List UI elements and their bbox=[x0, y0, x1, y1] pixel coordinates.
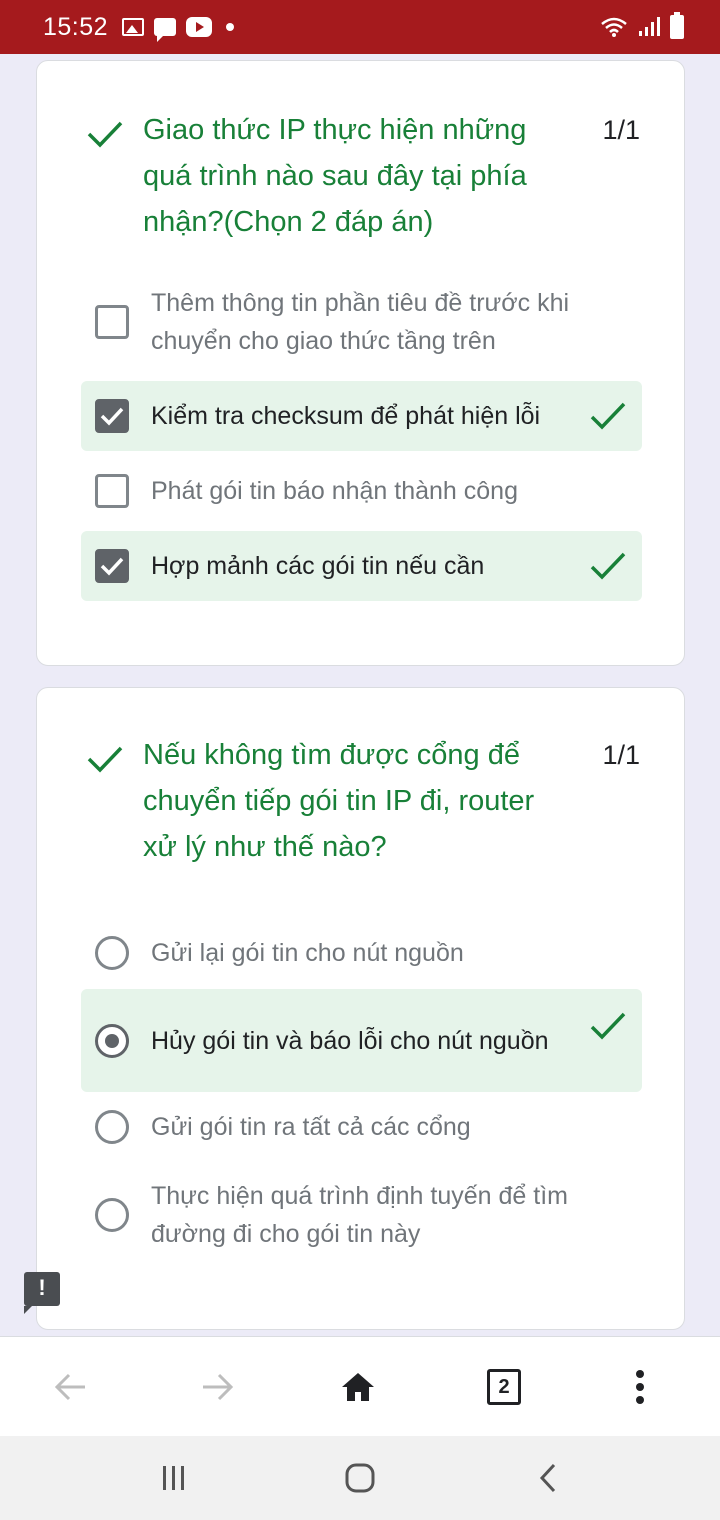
checkmark-icon bbox=[100, 407, 124, 426]
radio-option[interactable]: Gửi gói tin ra tất cả các cổng bbox=[81, 1102, 642, 1152]
chat-icon bbox=[154, 18, 177, 42]
status-time: 15:52 bbox=[43, 12, 109, 41]
battery-icon bbox=[670, 12, 684, 39]
recent-apps-icon bbox=[163, 1466, 184, 1490]
checkbox-unchecked[interactable] bbox=[95, 305, 129, 339]
system-nav-bar bbox=[0, 1436, 720, 1520]
home-button[interactable] bbox=[338, 1367, 378, 1407]
question-title: Giao thức IP thực hiện những quá trình n… bbox=[143, 114, 527, 238]
wifi-icon bbox=[601, 17, 627, 37]
checkbox-unchecked[interactable] bbox=[95, 474, 129, 508]
question-card: Nếu không tìm được cổng để chuyển tiếp g… bbox=[36, 687, 685, 1330]
back-nav-button[interactable] bbox=[528, 1458, 568, 1498]
correct-answer-icon bbox=[590, 1012, 626, 1040]
radio-dot bbox=[105, 1033, 119, 1048]
radio-unselected[interactable] bbox=[95, 1198, 129, 1232]
forward-arrow-icon bbox=[203, 1373, 234, 1401]
signal-icon bbox=[639, 17, 660, 36]
correct-answer-icon bbox=[590, 552, 626, 580]
browser-toolbar: 2 bbox=[0, 1336, 720, 1436]
correct-check-icon bbox=[87, 746, 123, 773]
tab-switcher-icon: 2 bbox=[487, 1369, 521, 1405]
notification-icons bbox=[122, 17, 235, 42]
option-label: Kiểm tra checksum để phát hiện lỗi bbox=[151, 402, 541, 430]
correct-check-icon bbox=[87, 121, 123, 148]
question-score: 1/1 bbox=[602, 115, 640, 145]
option-label: Thực hiện quá trình định tuyến để tìm đư… bbox=[151, 1182, 568, 1248]
checkbox-option[interactable]: Phát gói tin báo nhận thành công bbox=[81, 466, 642, 516]
recent-apps-button[interactable] bbox=[154, 1458, 194, 1498]
radio-selected[interactable] bbox=[95, 1023, 129, 1058]
option-label: Thêm thông tin phần tiêu đề trước khi ch… bbox=[151, 289, 570, 355]
question-card: Giao thức IP thực hiện những quá trình n… bbox=[36, 60, 685, 666]
option-label: Hủy gói tin và báo lỗi cho nút nguồn bbox=[151, 1026, 549, 1055]
option-label: Gửi lại gói tin cho nút nguồn bbox=[151, 939, 464, 967]
radio-option[interactable]: Gửi lại gói tin cho nút nguồn bbox=[81, 928, 642, 978]
more-menu-button[interactable] bbox=[620, 1367, 660, 1407]
status-bar: 15:52 bbox=[0, 0, 720, 54]
radio-unselected[interactable] bbox=[95, 936, 129, 970]
question-header: Nếu không tìm được cổng để chuyển tiếp g… bbox=[85, 732, 640, 870]
dot-icon bbox=[226, 23, 235, 31]
home-nav-icon bbox=[345, 1463, 375, 1493]
question-score: 1/1 bbox=[602, 740, 640, 770]
radio-unselected[interactable] bbox=[95, 1110, 129, 1144]
radio-option[interactable]: Thực hiện quá trình định tuyến để tìm đư… bbox=[81, 1172, 642, 1258]
option-label: Phát gói tin báo nhận thành công bbox=[151, 477, 518, 505]
question-title: Nếu không tìm được cổng để chuyển tiếp g… bbox=[143, 739, 535, 863]
home-icon bbox=[342, 1373, 374, 1401]
back-button[interactable] bbox=[50, 1367, 90, 1407]
option-label: Gửi gói tin ra tất cả các cổng bbox=[151, 1113, 471, 1141]
correct-answer-icon bbox=[590, 402, 626, 430]
checkbox-checked[interactable] bbox=[95, 399, 129, 433]
question-header: Giao thức IP thực hiện những quá trình n… bbox=[85, 107, 640, 245]
tab-switcher-button[interactable]: 2 bbox=[484, 1367, 524, 1407]
back-arrow-icon bbox=[54, 1373, 85, 1401]
radio-option-correct[interactable]: Hủy gói tin và báo lỗi cho nút nguồn bbox=[81, 989, 642, 1092]
feedback-flag-icon[interactable]: ! bbox=[24, 1272, 60, 1314]
checkbox-option-correct[interactable]: Kiểm tra checksum để phát hiện lỗi bbox=[81, 381, 642, 451]
home-nav-button[interactable] bbox=[340, 1458, 380, 1498]
gallery-icon bbox=[122, 18, 145, 36]
checkbox-option-correct[interactable]: Hợp mảnh các gói tin nếu cần bbox=[81, 531, 642, 601]
forward-button[interactable] bbox=[198, 1367, 238, 1407]
checkbox-option[interactable]: Thêm thông tin phần tiêu đề trước khi ch… bbox=[81, 284, 642, 360]
system-icons bbox=[600, 12, 684, 39]
checkmark-icon bbox=[100, 557, 124, 576]
checkbox-checked[interactable] bbox=[95, 549, 129, 583]
more-menu-icon bbox=[636, 1370, 644, 1404]
back-nav-icon bbox=[539, 1463, 556, 1493]
youtube-icon bbox=[186, 17, 213, 37]
option-label: Hợp mảnh các gói tin nếu cần bbox=[151, 552, 485, 580]
